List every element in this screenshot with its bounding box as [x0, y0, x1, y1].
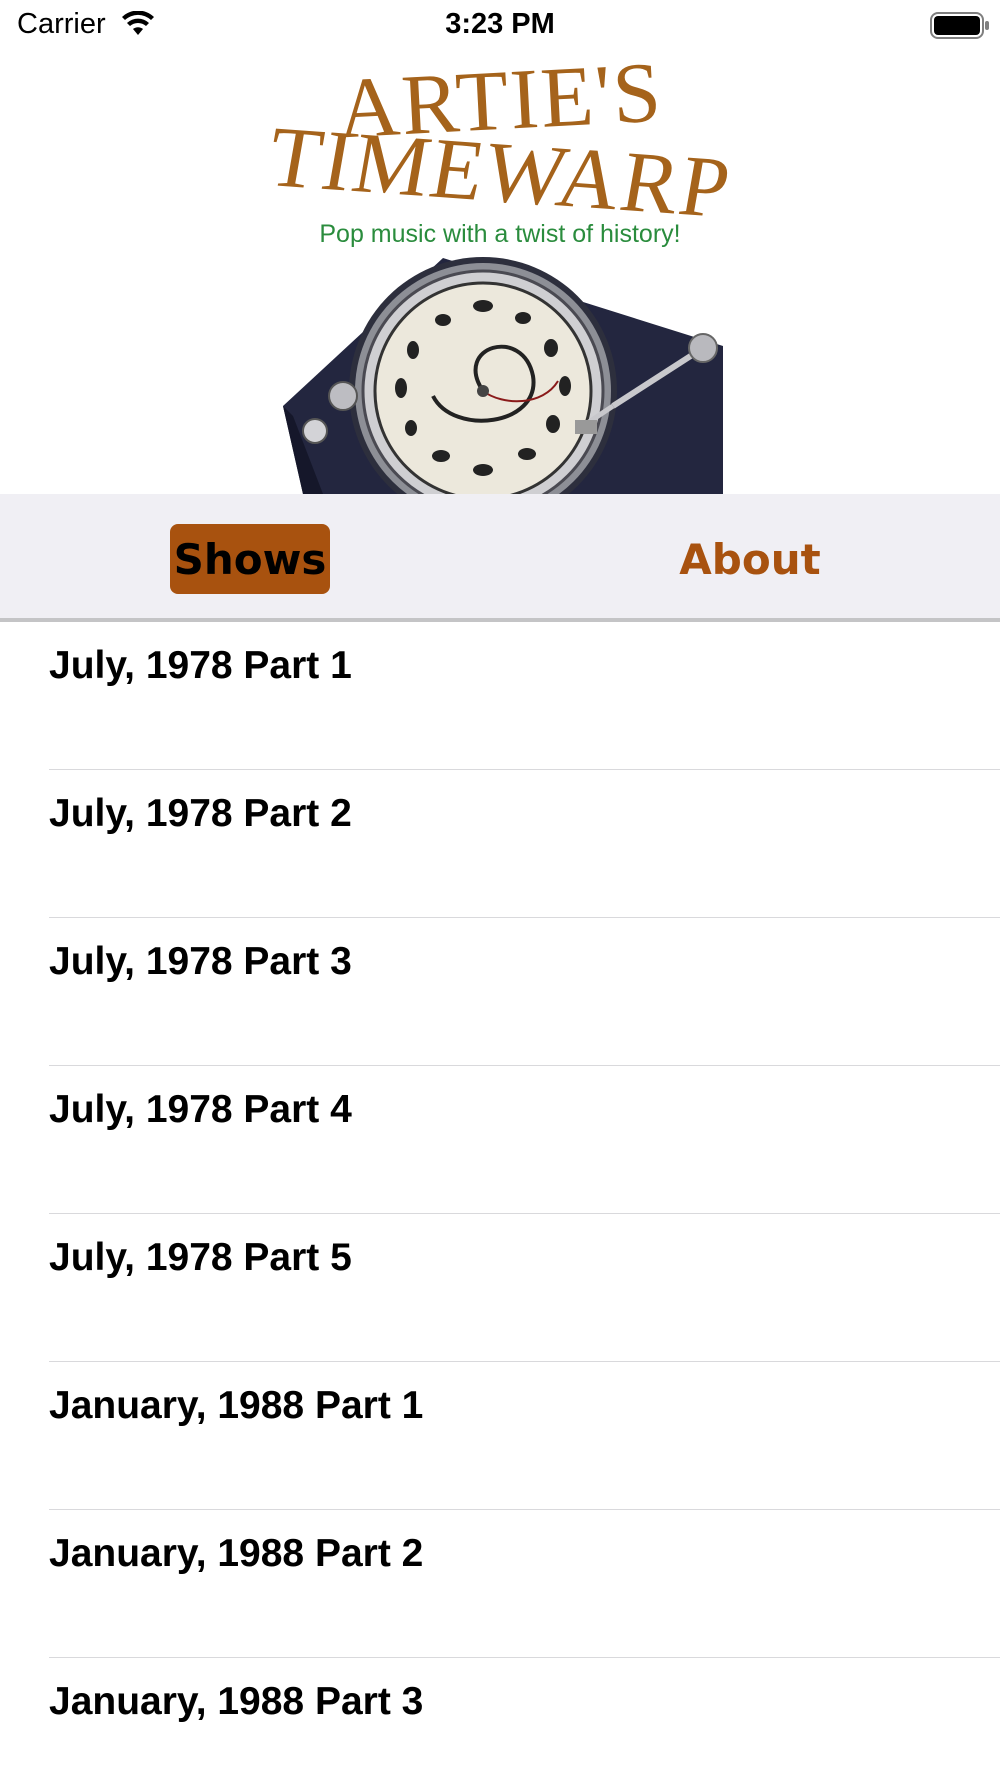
list-item[interactable]: July, 1978 Part 4: [0, 1066, 1000, 1214]
show-title: July, 1978 Part 5: [49, 1236, 352, 1279]
turntable-clock-image: [283, 257, 723, 494]
show-title: July, 1978 Part 2: [49, 792, 352, 835]
show-title: July, 1978 Part 4: [49, 1088, 352, 1131]
show-title: January, 1988 Part 1: [49, 1384, 424, 1427]
list-item[interactable]: July, 1978 Part 5: [0, 1214, 1000, 1362]
show-title: January, 1988 Part 3: [49, 1680, 424, 1723]
segmented-tab-bar: Shows About: [0, 494, 1000, 622]
list-item[interactable]: January, 1988 Part 2: [0, 1510, 1000, 1658]
show-title: January, 1988 Part 2: [49, 1532, 424, 1575]
list-item[interactable]: July, 1978 Part 3: [0, 918, 1000, 1066]
tab-about[interactable]: About: [670, 524, 830, 594]
list-item[interactable]: July, 1978 Part 1: [0, 622, 1000, 770]
list-item[interactable]: January, 1988 Part 1: [0, 1362, 1000, 1510]
list-item[interactable]: January, 1988 Part 3: [0, 1658, 1000, 1778]
show-list: July, 1978 Part 1 July, 1978 Part 2 July…: [0, 622, 1000, 1778]
show-title: July, 1978 Part 1: [49, 644, 352, 687]
show-title: July, 1978 Part 3: [49, 940, 352, 983]
list-item[interactable]: July, 1978 Part 2: [0, 770, 1000, 918]
tab-shows[interactable]: Shows: [170, 524, 330, 594]
app-header: ARTIE'S TIMEWARP Pop music with a twist …: [0, 44, 1000, 494]
logo-tagline: Pop music with a twist of history!: [319, 220, 681, 248]
